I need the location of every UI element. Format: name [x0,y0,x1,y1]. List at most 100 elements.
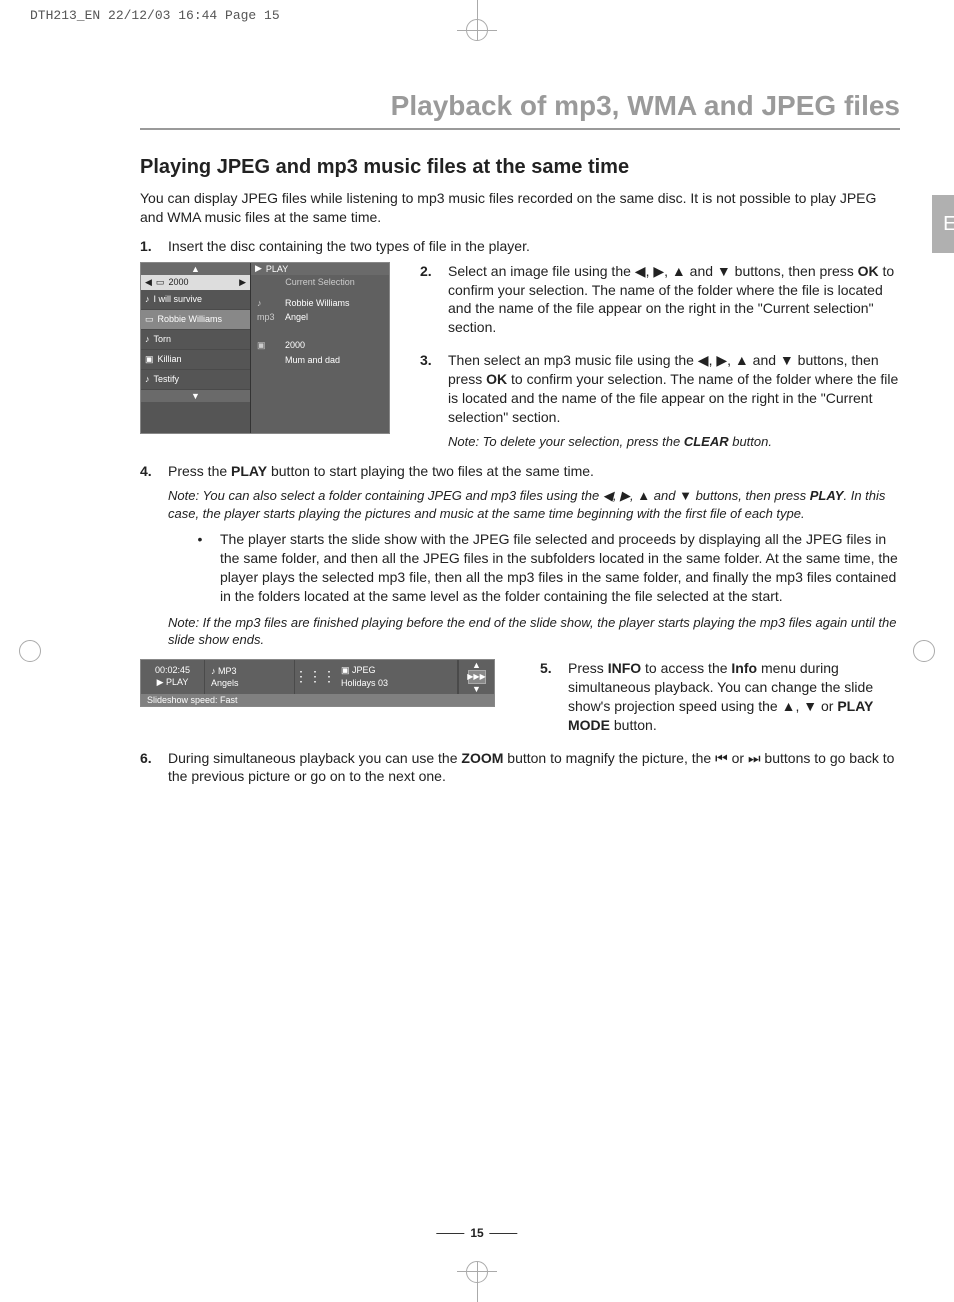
section-title: Playing JPEG and mp3 music files at the … [140,156,900,179]
arrow-left-icon: ◀ [698,352,709,368]
camera-icon: ▣ [341,665,350,675]
list-item: ▣ Killian [141,350,250,370]
step-number: 3. [420,351,448,427]
list-item-label: Robbie Williams [158,314,223,324]
scroll-down-arrow: ▼ [141,390,250,402]
clear-label: CLEAR [684,434,729,449]
arrow-left-icon: ◀ [635,263,646,279]
zoom-label: ZOOM [461,750,503,766]
note-clear: Note: To delete your selection, press th… [448,433,900,451]
step-number: 2. [420,262,448,338]
step-6: 6. During simultaneous playback you can … [140,749,900,787]
step-text: Insert the disc containing the two types… [168,237,900,256]
step-text: Press INFO to access the Info menu durin… [568,659,900,735]
step-number: 4. [140,462,168,481]
play-icon: ▶ [255,263,262,274]
row-icon [257,355,285,365]
arrow-up-icon: ▲ [637,488,650,503]
list-item-label: I will survive [154,294,203,304]
row-icon: ♪ [257,298,285,308]
list-item: ♪ I will survive [141,290,250,310]
crop-mark-right [894,621,954,681]
ok-label: OK [486,371,507,387]
arrow-down-icon: ▼ [679,488,692,503]
play-label: PLAY [166,677,188,687]
crop-mark-left [0,621,60,681]
bullet-dot: • [180,530,220,606]
info-label: INFO [608,660,641,676]
step-text: Select an image file using the ◀, ▶, ▲ a… [448,262,900,338]
triangle-left-icon: ◀ [145,277,152,288]
current-selection-label: Current Selection [251,275,389,290]
slideshow-speed-label: Slideshow speed: Fast [141,694,494,706]
triangle-right-icon: ▶ [239,277,246,288]
list-item: ♪Torn [141,330,250,350]
jpeg-label: JPEG [352,665,376,675]
play-header: ▶ PLAY [251,263,389,275]
print-job-header: DTH213_EN 22/12/03 16:44 Page 15 [30,8,280,23]
music-note-icon: ♪ [211,666,216,676]
arrow-down-icon: ▼ [803,698,817,714]
row-value: 2000 [285,340,383,351]
row-value: Angel [285,312,383,322]
music-note-icon: ♪ [145,374,150,384]
step-text: Then select an mp3 music file using the … [448,351,900,427]
play-label: PLAY [810,488,844,503]
step-1: 1. Insert the disc containing the two ty… [140,237,900,256]
scroll-up-arrow: ▲ [141,263,250,275]
music-note-icon: ♪ [145,334,150,344]
folder-header: ◀ ▭2000 ▶ [141,275,250,290]
bullet-text: The player starts the slide show with th… [220,530,900,606]
chapter-title: Playback of mp3, WMA and JPEG files [140,90,900,130]
figure-playback-bar: 00:02:45 ▶ PLAY ♪ MP3 Angels ⋮⋮⋮ ▣ JPEG … [140,659,520,707]
crop-mark-bottom [447,1242,507,1302]
arrow-right-icon: ▶ [620,488,630,503]
list-item-selected: ▭ Robbie Williams [141,310,250,330]
play-mode-icon: ▶▶▶ [468,670,486,684]
page-number: 15 [430,1226,523,1240]
arrow-right-icon: ▶ [653,263,664,279]
step-number: 5. [540,659,568,735]
play-label: PLAY [231,463,267,479]
arrow-down-icon: ▼ [472,684,481,694]
skip-forward-icon: ⏭ [748,750,761,766]
row-value: Mum and dad [285,355,383,365]
step-text: Press the PLAY button to start playing t… [168,462,900,481]
arrow-left-icon: ◀ [603,488,613,503]
arrow-up-icon: ▲ [782,698,796,714]
step-4: 4. Press the PLAY button to start playin… [140,462,900,481]
arrow-right-icon: ▶ [716,352,727,368]
album-name: Holidays 03 [341,678,451,688]
arrow-down-icon: ▼ [780,352,794,368]
play-icon: ▶ [157,677,164,687]
language-tab: EN [932,195,954,253]
image-icon: ▣ [145,354,154,365]
step-number: 1. [140,237,168,256]
note-step4: Note: You can also select a folder conta… [168,487,900,522]
arrow-down-icon: ▼ [717,263,731,279]
folder-icon: ▭ [145,314,154,325]
row-icon: ▣ [257,340,285,351]
step-5: 5. Press INFO to access the Info menu du… [540,659,900,735]
step-number: 6. [140,749,168,787]
skip-back-icon: ⏮ [715,750,728,766]
folder-icon: ▭ [156,277,165,288]
figure-file-browser: ▲ ◀ ▭2000 ▶ ♪I will survive ▭Robbie Will… [140,262,400,434]
music-note-icon: ♪ [145,294,150,304]
bullet-item: • The player starts the slide show with … [180,530,900,606]
step-3: 3. Then select an mp3 music file using t… [420,351,900,427]
mp3-label: MP3 [218,666,237,676]
step-2: 2. Select an image file using the ◀, ▶, … [420,262,900,338]
list-item-label: Killian [158,354,182,364]
row-icon: mp3 [257,312,285,322]
crop-mark-top [447,0,507,60]
row-value: Robbie Williams [285,298,383,308]
menu-grid-icon: ⋮⋮⋮ [295,660,335,694]
list-item: ♪ Testify [141,370,250,390]
ok-label: OK [858,263,879,279]
list-item-label: Testify [154,374,180,384]
note-mp3-loop: Note: If the mp3 files are finished play… [168,614,900,649]
play-label: PLAY [266,264,288,274]
playback-time: 00:02:45 [155,665,190,675]
intro-paragraph: You can display JPEG files while listeni… [140,189,900,227]
